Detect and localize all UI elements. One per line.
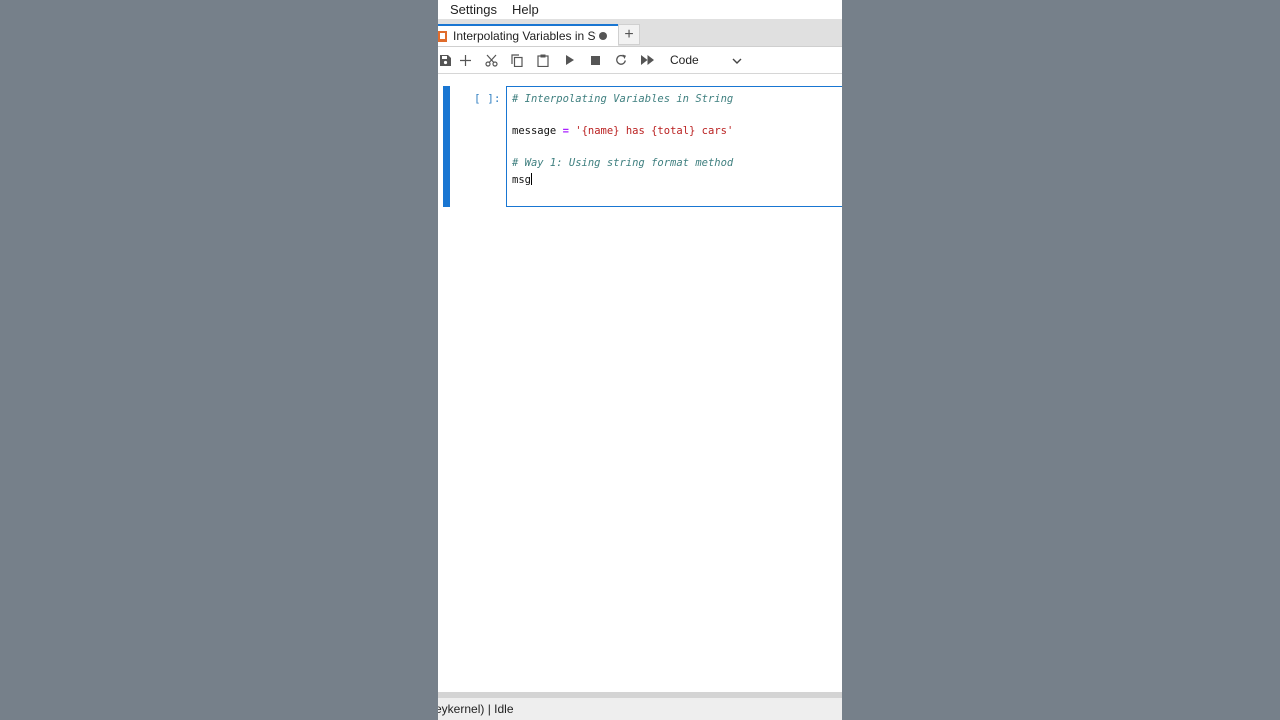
cell-type-label: Code — [670, 53, 699, 67]
save-button[interactable] — [438, 48, 452, 72]
run-icon — [565, 55, 574, 65]
tab-bar: Interpolating Variables in String.ipynb … — [438, 19, 842, 47]
jupyter-window: Settings Help Interpolating Variables in… — [438, 0, 842, 720]
input-prompt: [ ]: — [474, 92, 501, 105]
status-bar: eykernel) | Idle — [438, 698, 842, 720]
code-line-4: msg — [512, 173, 532, 186]
tab-notebook[interactable]: Interpolating Variables in String.ipynb — [438, 24, 618, 46]
code-line-3: # Way 1: Using string format method — [512, 157, 734, 169]
insert-cell-button[interactable] — [452, 48, 478, 72]
restart-button[interactable] — [608, 48, 634, 72]
menu-bar: Settings Help — [438, 0, 842, 19]
paste-icon — [537, 54, 549, 67]
string-literal: '{name} has {total} cars' — [575, 125, 734, 137]
notebook-toolbar: Code — [438, 47, 842, 74]
paste-button[interactable] — [530, 48, 556, 72]
run-all-button[interactable] — [634, 48, 660, 72]
fast-forward-icon — [640, 55, 654, 65]
stop-icon — [590, 55, 600, 65]
text-cursor — [530, 173, 532, 185]
copy-icon — [511, 53, 523, 67]
tab-title: Interpolating Variables in String.ipynb — [453, 29, 596, 43]
restart-icon — [615, 54, 627, 66]
variable-name: message — [512, 125, 557, 137]
kernel-status[interactable]: eykernel) | Idle — [438, 702, 514, 716]
typed-text: msg — [512, 174, 531, 186]
cut-button[interactable] — [478, 48, 504, 72]
cut-icon — [484, 54, 498, 67]
menu-help[interactable]: Help — [509, 0, 551, 19]
cell-type-dropdown[interactable]: Code — [670, 51, 746, 69]
unsaved-dot-icon[interactable] — [599, 32, 607, 40]
menu-settings[interactable]: Settings — [438, 0, 509, 19]
code-line-2: message = '{name} has {total} cars' — [512, 125, 733, 137]
run-button[interactable] — [556, 48, 582, 72]
chevron-down-icon — [732, 51, 742, 69]
code-line-1: # Interpolating Variables in String — [512, 93, 734, 105]
add-cell-icon — [459, 54, 471, 66]
save-icon — [439, 54, 451, 66]
code-cell-editor[interactable]: # Interpolating Variables in String mess… — [506, 86, 842, 207]
copy-button[interactable] — [504, 48, 530, 72]
notebook-icon — [438, 30, 447, 42]
assign-operator: = — [562, 125, 569, 137]
stop-button[interactable] — [582, 48, 608, 72]
notebook-panel: [ ]: # Interpolating Variables in String… — [438, 74, 842, 692]
new-tab-button[interactable]: + — [618, 24, 640, 45]
active-cell-indicator[interactable] — [443, 86, 450, 207]
